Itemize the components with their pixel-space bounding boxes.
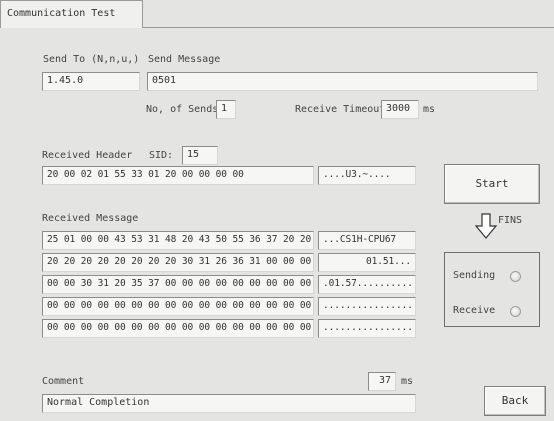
message-ascii-row: ................ — [318, 297, 416, 316]
send-to-label: Send To (N,n,u,) — [43, 54, 140, 65]
response-time-unit: ms — [401, 376, 414, 387]
sending-indicator — [510, 271, 521, 282]
receive-timeout-input[interactable]: 3000 — [381, 100, 419, 119]
receive-label: Receive — [453, 305, 496, 316]
message-hex-row: 00 00 00 00 00 00 00 00 00 00 00 00 00 0… — [42, 297, 314, 316]
send-message-input[interactable]: 0501 — [147, 72, 538, 91]
received-header-label: Received Header — [42, 150, 133, 161]
receive-indicator — [510, 306, 521, 317]
message-ascii-row: 01.51... — [318, 253, 416, 272]
message-ascii-row: ................ — [318, 319, 416, 338]
received-message-label: Received Message — [42, 213, 139, 224]
send-to-input[interactable]: 1.45.0 — [42, 72, 140, 91]
comment-label: Comment — [42, 376, 85, 387]
message-ascii-row: ...CS1H-CPU67 — [318, 231, 416, 250]
fins-label: FINS — [498, 215, 523, 226]
no-of-sends-input[interactable]: 1 — [216, 100, 236, 119]
no-of-sends-label: No, of Sends: — [146, 104, 225, 115]
response-time-value: 37 — [368, 372, 396, 391]
panel-top-border — [142, 27, 554, 28]
received-header-hex: 20 00 02 01 55 33 01 20 00 00 00 00 — [42, 166, 314, 185]
send-message-label: Send Message — [148, 54, 221, 65]
down-arrow-icon — [475, 213, 497, 239]
message-hex-row: 20 20 20 20 20 20 20 20 30 31 26 36 31 0… — [42, 253, 314, 272]
tab-communication-test[interactable]: Communication Test — [0, 0, 143, 28]
sid-label: SID: — [149, 150, 174, 161]
message-ascii-row: .01.57.......... — [318, 275, 416, 294]
back-button[interactable]: Back — [484, 386, 546, 416]
sid-value: 15 — [182, 146, 218, 165]
message-hex-row: 25 01 00 00 43 53 31 48 20 43 50 55 36 3… — [42, 231, 314, 250]
receive-timeout-label: Receive Timeout — [295, 104, 386, 115]
start-button[interactable]: Start — [444, 164, 540, 204]
message-hex-row: 00 00 30 31 20 35 37 00 00 00 00 00 00 0… — [42, 275, 314, 294]
message-hex-row: 00 00 00 00 00 00 00 00 00 00 00 00 00 0… — [42, 319, 314, 338]
received-header-ascii: ....U3.~.... — [318, 166, 416, 185]
sending-label: Sending — [453, 270, 496, 281]
comment-field: Normal Completion — [42, 394, 416, 413]
receive-timeout-unit: ms — [423, 104, 436, 115]
